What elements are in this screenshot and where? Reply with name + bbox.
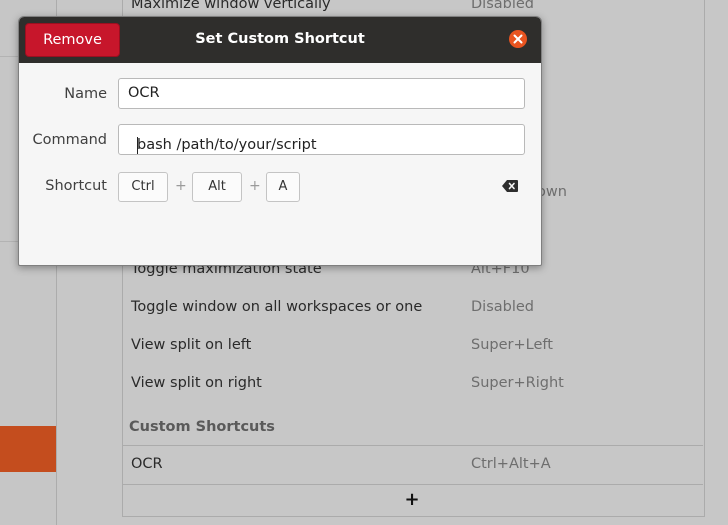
shortcut-accel: Super+Left <box>471 337 553 353</box>
add-shortcut-button[interactable]: + <box>402 490 422 510</box>
shortcut-name: Toggle window on all workspaces or one <box>131 299 423 315</box>
backspace-icon <box>502 180 518 192</box>
command-label: Command <box>32 132 107 148</box>
shortcut-name: View split on right <box>131 375 262 391</box>
shortcut-name: View split on left <box>131 337 252 353</box>
shortcut-accel: Disabled <box>471 299 534 315</box>
key-a: A <box>266 172 300 202</box>
custom-shortcut-name: OCR <box>131 456 163 472</box>
name-field[interactable]: OCR <box>118 78 525 109</box>
name-label: Name <box>64 86 107 102</box>
set-custom-shortcut-dialog: Remove Set Custom Shortcut Name OCR Comm… <box>18 16 542 266</box>
custom-shortcuts-heading: Custom Shortcuts <box>129 419 275 435</box>
shortcut-row[interactable]: View split on left Super+Left <box>131 326 703 364</box>
clear-shortcut-button[interactable] <box>502 180 518 196</box>
dialog-title: Set Custom Shortcut <box>195 31 365 47</box>
shortcut-row[interactable]: View split on right Super+Right <box>131 364 703 402</box>
shortcut-label: Shortcut <box>45 178 107 194</box>
close-button[interactable] <box>509 30 527 48</box>
shortcut-row[interactable]: Toggle window on all workspaces or one D… <box>131 288 703 326</box>
close-icon <box>513 34 523 44</box>
sidebar-item-selected[interactable] <box>0 426 56 472</box>
dialog-titlebar: Remove Set Custom Shortcut <box>19 17 541 63</box>
command-field[interactable]: bash /path/to/your/script <box>118 124 525 155</box>
shortcut-accel: Super+Right <box>471 375 564 391</box>
custom-shortcut-accel: Ctrl+Alt+A <box>471 456 551 472</box>
shortcut-name: Maximize window vertically <box>131 0 331 12</box>
key-ctrl: Ctrl <box>118 172 168 202</box>
add-icon: + <box>404 489 420 510</box>
custom-shortcuts-list: OCR Ctrl+Alt+A + <box>122 445 703 516</box>
custom-shortcut-row[interactable]: OCR Ctrl+Alt+A <box>122 446 703 485</box>
key-separator: + <box>249 178 261 194</box>
name-value: OCR <box>128 85 160 101</box>
key-alt: Alt <box>192 172 242 202</box>
command-value: bash /path/to/your/script <box>137 137 317 153</box>
key-separator: + <box>175 178 187 194</box>
text-cursor <box>137 137 138 154</box>
